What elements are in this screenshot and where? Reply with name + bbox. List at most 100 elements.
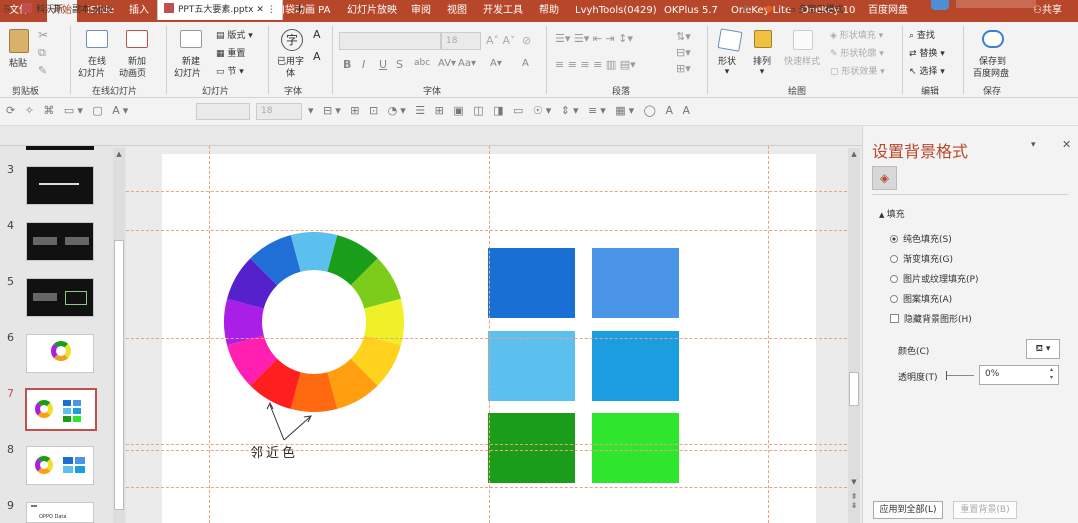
pattern-fill-option[interactable]: 图案填充(A) — [890, 292, 952, 305]
align-text-icon[interactable]: ⊟▾ — [676, 46, 691, 59]
fill-section-header[interactable]: ▲ 填充 — [879, 207, 905, 220]
toolbar-icons-right[interactable]: ▾ ⊟▾ ⊞ ⊡ ◔▾ ☰ ⊞ ▣ ◫ ◨ ▭ ☉▾ ⇕▾ ≡▾ ▦▾ ◯ A … — [308, 104, 693, 117]
tab-insert[interactable]: 插入 — [129, 0, 149, 22]
transparency-slider[interactable] — [946, 375, 974, 376]
tab-developer[interactable]: 开发工具 — [483, 0, 523, 22]
smartart-icon[interactable]: ⊞▾ — [676, 62, 691, 75]
guide-line[interactable] — [489, 146, 490, 523]
online-slide-label-2[interactable]: 幻灯片 — [78, 66, 105, 79]
arrange-button[interactable]: 排列 ▾ — [753, 54, 771, 77]
guide-line[interactable] — [768, 146, 769, 523]
paste-button[interactable]: 粘贴 — [9, 56, 27, 69]
picture-fill-option[interactable]: 图片或纹理填充(P) — [890, 272, 978, 285]
guide-line[interactable] — [209, 146, 210, 523]
tab-baidu[interactable]: 百度网盘 — [868, 0, 908, 22]
thumbs-scroll-thumb[interactable] — [114, 240, 124, 510]
user-area[interactable] — [956, 0, 1036, 8]
increase-font-icon[interactable]: A˄ A˅ — [486, 34, 516, 47]
new-anim-label-2[interactable]: 动画页 — [119, 66, 146, 79]
scroll-down-icon[interactable]: ▼ — [849, 478, 859, 487]
font-size-input[interactable]: 18 — [441, 32, 481, 50]
replace-button[interactable]: ⇄ 替换 ▾ — [909, 46, 945, 59]
tab-help[interactable]: 帮助 — [539, 0, 559, 22]
prev-next-slide-icon[interactable]: ⇞ ⇟ — [849, 492, 859, 512]
transparency-input[interactable]: 0% — [979, 365, 1059, 385]
scroll-up-icon[interactable]: ▲ — [849, 150, 859, 159]
solid-fill-option[interactable]: 纯色填充(S) — [890, 232, 952, 245]
slide-thumb-4[interactable] — [26, 222, 94, 261]
slide-thumb-6[interactable] — [26, 334, 94, 373]
toolbar-icons-left[interactable]: ⟳ ✧ ⌘ ▭▾ ▢ A▾ — [6, 104, 131, 117]
gradient-fill-option[interactable]: 渐变填充(G) — [890, 252, 953, 265]
share-button[interactable]: ⚇共享 — [1033, 0, 1062, 22]
bold-icon[interactable]: B — [343, 58, 351, 71]
office-icon[interactable]: ⬢ — [765, 0, 773, 20]
canvas-scroll-thumb[interactable] — [849, 372, 859, 406]
tab-view[interactable]: 视图 — [447, 0, 467, 22]
shape-button[interactable]: 形状 ▾ — [718, 54, 736, 77]
apply-all-button[interactable]: 应用到全部(L) — [873, 501, 943, 519]
reset-button[interactable]: ▦ 重置 — [216, 46, 245, 59]
multi-window-button[interactable]: ▭ 多窗口模式 — [787, 0, 843, 20]
find-button[interactable]: ⌕ 查找 — [909, 28, 935, 41]
doc-tab-1[interactable]: 科沃斯 - 副本.pptx — [22, 0, 113, 20]
cut-icon[interactable]: ✂ — [38, 28, 48, 42]
slide-thumb-8[interactable] — [26, 446, 94, 485]
shadow-icon[interactable]: S — [396, 58, 403, 71]
change-case-icon[interactable]: Aa▾ — [458, 58, 476, 69]
format-painter-icon[interactable]: ✎ — [38, 64, 47, 77]
canvas-scrollbar[interactable] — [848, 148, 860, 523]
spinner-icon[interactable]: ▴ ▾ — [1050, 366, 1053, 382]
scroll-up-icon[interactable]: ▲ — [114, 150, 124, 159]
panel-options-icon[interactable]: ▾ — [1031, 140, 1036, 150]
shape-fill-button[interactable]: ◈ 形状填充 ▾ — [830, 28, 883, 41]
swatch-sky-blue[interactable] — [488, 331, 575, 401]
align-icons[interactable]: ≡ ≡ ≡ ≡ ▥ ▤▾ — [555, 58, 636, 71]
panel-close-icon[interactable]: ✕ — [1062, 138, 1071, 151]
swatch-dark-green[interactable] — [488, 413, 575, 483]
slide-thumb-3[interactable] — [26, 166, 94, 205]
font-shrink-icon[interactable]: A — [313, 50, 321, 63]
slide-thumb-5[interactable] — [26, 278, 94, 317]
slide-thumb-7[interactable] — [25, 388, 97, 431]
hide-bg-graphics-option[interactable]: 隐藏背景图形(H) — [890, 312, 972, 325]
text-direction-icon[interactable]: ⇅▾ — [676, 30, 691, 43]
swatch-light-blue[interactable] — [592, 248, 679, 318]
strikethrough-icon[interactable]: abc — [414, 58, 430, 68]
shape-effect-button[interactable]: ▢ 形状效果 ▾ — [830, 64, 885, 77]
section-button[interactable]: ▭ 节 ▾ — [216, 64, 244, 77]
font-grow-icon[interactable]: A — [313, 28, 321, 41]
underline-icon[interactable]: U — [379, 58, 387, 71]
thumb-2-partial[interactable] — [26, 146, 94, 150]
close-icon[interactable]: ✕ — [256, 5, 264, 15]
doc-tab-icon[interactable]: ⎘ — [4, 0, 11, 20]
new-tab-button[interactable]: + — [294, 0, 305, 20]
tab-okplus[interactable]: OKPlus 5.7 — [664, 0, 718, 22]
tab-onekey-lite[interactable]: OneKey Lite — [731, 0, 791, 22]
font-name-input[interactable] — [339, 32, 441, 50]
color-wheel[interactable] — [220, 232, 408, 412]
paste-icon[interactable] — [9, 29, 29, 53]
char-spacing-icon[interactable]: AV▾ — [438, 58, 456, 69]
doc-tab-2[interactable]: PPT五大要素.pptx ✕ ⋮ — [157, 0, 283, 20]
qat-font-size-input[interactable]: 18 — [256, 103, 302, 120]
clear-format-icon[interactable]: ⊘ — [522, 34, 531, 47]
swatch-azure[interactable] — [592, 331, 679, 401]
swatch-dark-blue[interactable] — [488, 248, 575, 318]
save-baidu-label-2[interactable]: 百度网盘 — [973, 66, 1009, 79]
bullets-icon[interactable]: ☰▾ ☰▾ ⇤ ⇥ ↕▾ — [555, 32, 633, 45]
layout-button[interactable]: ▤ 版式 ▾ — [216, 28, 253, 41]
select-button[interactable]: ↖ 选择 ▾ — [909, 64, 945, 77]
quick-style-button[interactable]: 快速样式 — [784, 54, 820, 67]
tab-lvyhtools[interactable]: LvyhTools(0429) — [575, 0, 657, 22]
shape-outline-button[interactable]: ✎ 形状轮廓 ▾ — [830, 46, 884, 59]
tab-review[interactable]: 审阅 — [411, 0, 431, 22]
swatch-bright-green[interactable] — [592, 413, 679, 483]
slide-thumb-9[interactable]: OPPO Data — [26, 502, 94, 523]
qat-font-input[interactable] — [196, 103, 250, 120]
settings-icon[interactable]: ⚙ — [742, 0, 750, 20]
italic-icon[interactable]: I — [362, 58, 365, 71]
tab-slideshow[interactable]: 幻灯片放映 — [347, 0, 397, 22]
dialog-launcher-icon[interactable]: A — [522, 58, 529, 69]
fill-bucket-icon[interactable]: ◈ — [872, 166, 897, 190]
